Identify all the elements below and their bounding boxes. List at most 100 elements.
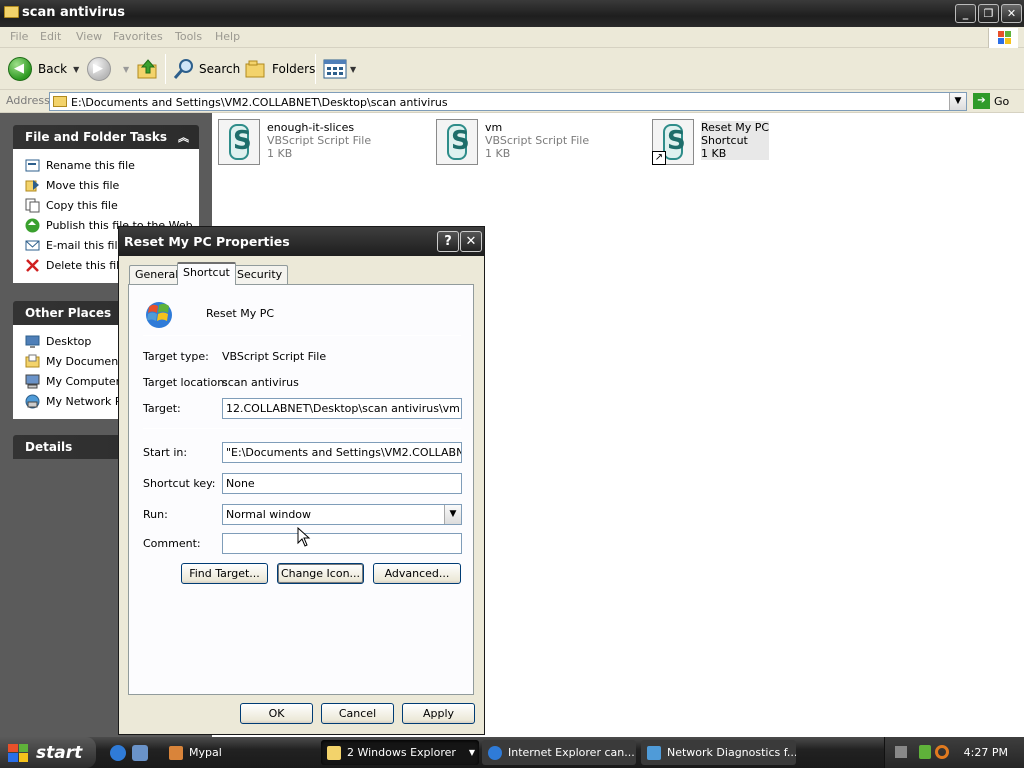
file-item[interactable]: S vm VBScript Script File 1 KB [430, 117, 630, 167]
mypal-icon [169, 745, 183, 760]
shortcut-arrow-icon: ↗ [652, 151, 666, 165]
address-input[interactable]: E:\Documents and Settings\VM2.COLLABNET\… [49, 92, 967, 111]
keyboard-icon[interactable] [895, 746, 907, 758]
file-folder-tasks-header[interactable]: File and Folder Tasks ︽ [13, 125, 199, 149]
copy-icon [25, 198, 40, 212]
chevron-down-icon[interactable]: ▼ [73, 65, 79, 74]
taskbar-item-label: Network Diagnostics f... [667, 746, 796, 759]
go-button[interactable]: ➔ Go [973, 93, 1009, 109]
rename-icon [25, 159, 40, 171]
mouse-cursor-icon [297, 527, 311, 547]
up-folder-button[interactable] [136, 56, 160, 82]
comment-field[interactable] [222, 533, 462, 554]
start-button[interactable]: start [0, 737, 96, 768]
minimize-button[interactable]: _ [955, 4, 976, 23]
views-button[interactable]: ▼ [323, 56, 356, 82]
show-desktop-icon[interactable] [132, 745, 148, 761]
delete-icon [26, 258, 39, 272]
menu-help[interactable]: Help [215, 30, 240, 43]
place-label[interactable]: My Computer [46, 375, 120, 388]
run-selected-value: Normal window [226, 508, 312, 521]
target-field[interactable]: 12.COLLABNET\Desktop\scan antivirus\vm.v… [222, 398, 462, 419]
address-value[interactable]: E:\Documents and Settings\VM2.COLLABNET\… [71, 96, 448, 109]
maximize-button[interactable]: ❐ [978, 4, 999, 23]
run-select[interactable]: Normal window ▼ [222, 504, 462, 525]
target-location-value: scan antivirus [222, 376, 299, 389]
chevron-down-icon[interactable]: ▼ [123, 65, 129, 74]
apply-button[interactable]: Apply [402, 703, 475, 724]
address-bar: Address E:\Documents and Settings\VM2.CO… [0, 90, 1024, 113]
find-target-button[interactable]: Find Target... [181, 563, 268, 584]
address-label: Address [6, 94, 50, 107]
address-dropdown-button[interactable]: ▼ [949, 93, 966, 110]
file-item-selected[interactable]: S ↗ Reset My PC Shortcut 1 KB [646, 117, 786, 167]
file-type: VBScript Script File [267, 134, 372, 147]
shortcut-file-icon [146, 302, 172, 328]
desktop-icon [25, 335, 40, 348]
tab-security[interactable]: Security [231, 265, 289, 284]
file-size: 1 KB [485, 147, 511, 160]
taskbar-item-label: Internet Explorer can... [508, 746, 635, 759]
chevron-down-icon[interactable]: ▼ [350, 65, 356, 74]
file-text: enough-it-slices VBScript Script File 1 … [267, 121, 371, 160]
target-label: Target: [143, 402, 181, 415]
forward-button[interactable]: ▶ ▼ [87, 56, 129, 82]
task-copy[interactable]: Copy this file [25, 195, 199, 215]
menu-edit[interactable]: Edit [40, 30, 61, 43]
place-label[interactable]: My Documents [46, 355, 128, 368]
network-icon[interactable] [919, 745, 931, 759]
taskbar-item-label: Mypal [189, 746, 222, 759]
start-in-label: Start in: [143, 446, 188, 459]
shortcut-file-icon: S ↗ [652, 119, 694, 165]
folders-button[interactable]: Folders [244, 56, 315, 82]
go-label: Go [994, 94, 1010, 108]
task-label[interactable]: Copy this file [46, 199, 118, 212]
task-label[interactable]: E-mail this file [46, 239, 124, 252]
place-label[interactable]: Desktop [46, 335, 91, 348]
menu-favorites[interactable]: Favorites [113, 30, 163, 43]
forward-arrow-icon: ▶ [87, 57, 111, 81]
cancel-button[interactable]: Cancel [321, 703, 394, 724]
window-title: scan antivirus [22, 5, 126, 20]
search-button[interactable]: Search [172, 56, 240, 82]
windows-logo-icon [988, 28, 1018, 48]
task-move[interactable]: Move this file [25, 175, 199, 195]
panel-title: Details [25, 440, 73, 454]
ok-button[interactable]: OK [240, 703, 313, 724]
help-button[interactable]: ? [437, 231, 459, 252]
search-tray-icon[interactable] [935, 745, 949, 759]
window-titlebar: scan antivirus _ ❐ ✕ [0, 0, 1024, 27]
menu-tools[interactable]: Tools [175, 30, 202, 43]
change-icon-button[interactable]: Change Icon... [277, 563, 364, 584]
system-tray: 4:27 PM [884, 737, 1024, 768]
search-icon [173, 59, 193, 79]
dialog-close-button[interactable]: ✕ [460, 231, 482, 252]
task-rename[interactable]: Rename this file [25, 155, 199, 175]
task-label[interactable]: Rename this file [46, 159, 135, 172]
advanced-button[interactable]: Advanced... [373, 563, 461, 584]
tab-shortcut[interactable]: Shortcut [177, 262, 236, 285]
chevron-down-icon: ▼ [468, 748, 475, 757]
menu-file[interactable]: File [10, 30, 28, 43]
chevron-down-icon[interactable]: ▼ [444, 505, 461, 524]
task-label[interactable]: Delete this file [46, 259, 126, 272]
close-button[interactable]: ✕ [1001, 4, 1022, 23]
internet-explorer-icon[interactable] [110, 745, 126, 761]
clock[interactable]: 4:27 PM [964, 746, 1008, 759]
menu-view[interactable]: View [76, 30, 102, 43]
taskbar-item-mypal[interactable]: Mypal [163, 740, 313, 765]
file-item[interactable]: S enough-it-slices VBScript Script File … [212, 117, 412, 167]
shortcut-name: Reset My PC [206, 307, 275, 320]
collapse-chevron-icon[interactable]: ︽ [178, 129, 189, 145]
start-in-field[interactable]: "E:\Documents and Settings\VM2.COLLABNET… [222, 442, 462, 463]
task-label[interactable]: Move this file [46, 179, 119, 192]
toolbar-separator [165, 54, 166, 84]
taskbar-item-network-diagnostics[interactable]: Network Diagnostics f... [641, 740, 796, 765]
back-button[interactable]: ◀ Back ▼ [8, 56, 79, 82]
taskbar-item-ie[interactable]: Internet Explorer can... [482, 740, 636, 765]
taskbar-item-explorer[interactable]: 2 Windows Explorer ▼ [321, 740, 479, 765]
shortcut-key-field[interactable]: None [222, 473, 462, 494]
email-icon [25, 240, 40, 250]
folder-icon [327, 745, 341, 760]
network-diagnostics-icon [647, 745, 661, 760]
